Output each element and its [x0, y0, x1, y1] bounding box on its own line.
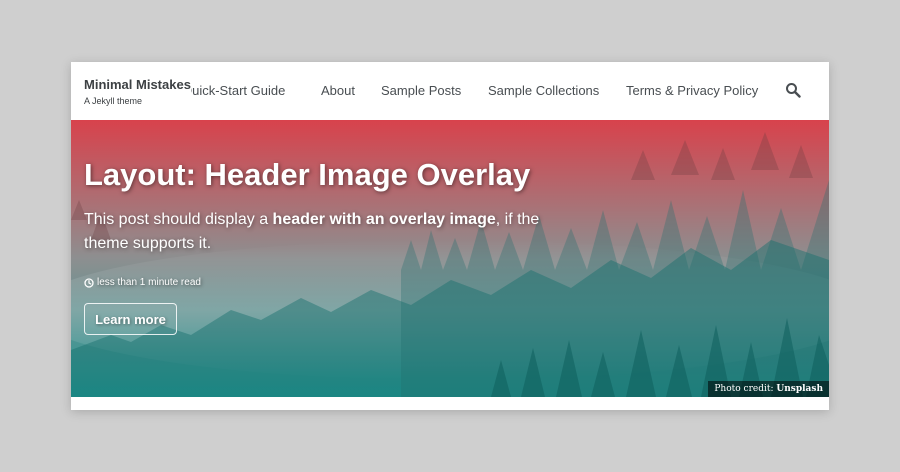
photo-credit: Photo credit: Unsplash: [708, 381, 829, 397]
read-time-text: less than 1 minute read: [97, 277, 201, 288]
read-time: less than 1 minute read: [84, 277, 201, 288]
page-title: Layout: Header Image Overlay: [84, 157, 531, 192]
nav-item-about[interactable]: About: [321, 83, 355, 98]
site-subtitle: A Jekyll theme: [84, 96, 143, 106]
site-title[interactable]: Minimal Mistakes: [84, 77, 191, 92]
browser-page: Minimal Mistakes A Jekyll theme Quick-St…: [71, 62, 829, 410]
page-excerpt: This post should display a header with a…: [84, 208, 554, 256]
main-nav: Quick-Start Guide About Sample Posts Sam…: [191, 83, 791, 101]
nav-item-sample-posts[interactable]: Sample Posts: [381, 83, 461, 98]
excerpt-bold-text: header with an overlay image: [272, 211, 496, 228]
photo-credit-link[interactable]: Unsplash: [776, 384, 823, 394]
nav-item-sample-collections[interactable]: Sample Collections: [488, 83, 599, 98]
learn-more-button[interactable]: Learn more: [84, 303, 177, 335]
nav-item-terms-privacy[interactable]: Terms & Privacy Policy: [626, 83, 758, 98]
excerpt-text: This post should display a: [84, 211, 273, 228]
nav-item-quick-start-guide[interactable]: Quick-Start Guide: [191, 83, 285, 98]
clock-icon: [84, 277, 94, 288]
masthead: Minimal Mistakes A Jekyll theme Quick-St…: [71, 62, 829, 120]
page-hero: Layout: Header Image Overlay This post s…: [71, 120, 829, 397]
photo-credit-label: Photo credit:: [714, 384, 774, 394]
search-icon[interactable]: [785, 82, 801, 98]
